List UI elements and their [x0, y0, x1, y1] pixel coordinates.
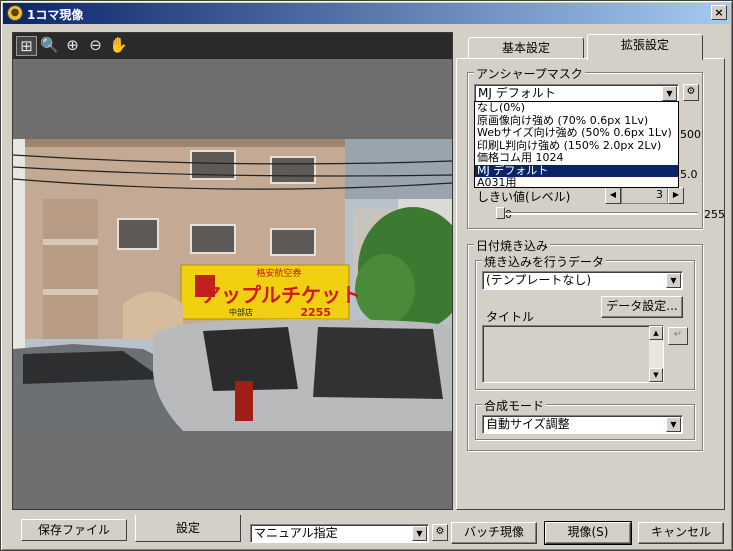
composite-mode-label: 合成モード — [482, 397, 547, 414]
zoom-in-icon[interactable]: ⊕ — [62, 36, 83, 56]
preset-settings-button[interactable]: ⚙ — [432, 524, 448, 541]
dropdown-option[interactable]: Webサイズ向け強め (50% 0.6px 1Lv) — [475, 127, 678, 140]
sign-top-text: 格安航空券 — [256, 267, 301, 279]
threshold-slider-thumb[interactable] — [496, 207, 506, 219]
insert-title-button[interactable]: ↵ — [668, 327, 688, 345]
preview-toolbar: ⊞ 🔍 ⊕ ⊖ ✋ — [13, 33, 452, 59]
close-button[interactable]: × — [711, 5, 727, 20]
chevron-down-icon[interactable]: ▼ — [666, 417, 681, 432]
tab-extended-settings[interactable]: 拡張設定 — [587, 34, 703, 60]
scroll-up-icon[interactable]: ▲ — [649, 326, 663, 340]
zoom-out-icon[interactable]: ⊖ — [85, 36, 106, 56]
unsharp-mask-label: アンシャープマスク — [474, 65, 585, 82]
threshold-decrement-button[interactable]: ◀ — [605, 187, 621, 204]
dropdown-option[interactable]: 価格コム用 1024 — [475, 152, 678, 165]
zoom-icon[interactable]: 🔍 — [39, 36, 60, 56]
imprint-template-select[interactable]: (テンプレートなし) ▼ — [482, 271, 683, 290]
title-scrollbar[interactable]: ▲ ▼ — [649, 326, 663, 382]
imprint-data-label: 焼き込みを行うデータ — [482, 253, 607, 270]
preview-photo[interactable]: アップルチケット 格安航空券 中部店 2255 — [13, 139, 452, 431]
unsharp-amount-value: 500 — [680, 128, 701, 141]
unsharp-preset-dropdown-list: なし(0%) 原画像向け強め (70% 0.6px 1Lv) Webサイズ向け強… — [474, 101, 679, 188]
unsharp-preset-value: MJ デフォルト — [478, 86, 556, 100]
dropdown-option-selected[interactable]: MJ デフォルト — [475, 164, 678, 177]
dropdown-option[interactable]: なし(0%) — [475, 102, 678, 115]
data-settings-button[interactable]: データ設定... — [601, 296, 683, 318]
tab-settings-bottom[interactable]: 設定 — [135, 515, 241, 542]
enter-icon: ↵ — [673, 329, 683, 340]
unsharp-preset-settings-button[interactable]: ⚙ — [683, 84, 699, 101]
chevron-down-icon[interactable]: ▼ — [666, 273, 681, 288]
cancel-button[interactable]: キャンセル — [638, 522, 724, 544]
window-title: 1コマ現像 — [27, 8, 84, 22]
imprint-template-value: (テンプレートなし) — [486, 273, 592, 287]
app-icon: ● — [7, 5, 23, 21]
gear-icon: ⚙ — [686, 86, 696, 97]
dropdown-option[interactable]: A031用 — [475, 177, 678, 190]
gear-icon: ⚙ — [435, 526, 445, 537]
sign-main-text: アップルチケット — [201, 283, 361, 307]
composite-mode-select[interactable]: 自動サイズ調整 ▼ — [482, 415, 683, 434]
preset-value: マニュアル指定 — [254, 526, 338, 540]
street-scene-image: アップルチケット 格安航空券 中部店 2255 — [13, 139, 452, 431]
title-label: タイトル — [486, 310, 535, 324]
chevron-down-icon[interactable]: ▼ — [662, 86, 677, 101]
composite-mode-value: 自動サイズ調整 — [486, 417, 570, 431]
title-bar: ● 1コマ現像 × — [3, 3, 730, 24]
tab-basic-settings[interactable]: 基本設定 — [468, 37, 584, 59]
threshold-increment-button[interactable]: ▶ — [668, 187, 684, 204]
sign-phone-text: 2255 — [300, 306, 331, 319]
preview-panel: ⊞ 🔍 ⊕ ⊖ ✋ アップルチケット 格安航空券 中部店 2255 — [12, 32, 453, 510]
date-imprint-label: 日付焼き込み — [474, 237, 551, 254]
threshold-value-field[interactable]: 3 — [621, 187, 668, 204]
threshold-slider-track[interactable] — [498, 212, 698, 215]
fit-view-icon[interactable]: ⊞ — [16, 36, 37, 56]
tab-save-file[interactable]: 保存ファイル — [21, 519, 127, 541]
preset-select[interactable]: マニュアル指定 ▼ — [250, 524, 429, 543]
scroll-down-icon[interactable]: ▼ — [649, 368, 663, 382]
dropdown-option[interactable]: 印刷L判向け強め (150% 2.0px 2Lv) — [475, 140, 678, 153]
unsharp-radius-value: 5.0 — [680, 168, 698, 181]
dialog-window: ● 1コマ現像 × ⊞ 🔍 ⊕ ⊖ ✋ アップルチケット 格安航空券 中部店 2… — [0, 0, 733, 551]
develop-button[interactable]: 現像(S) — [544, 521, 632, 545]
dropdown-option[interactable]: 原画像向け強め (70% 0.6px 1Lv) — [475, 115, 678, 128]
batch-develop-button[interactable]: バッチ現像 — [451, 522, 537, 544]
title-textarea[interactable] — [482, 325, 664, 383]
threshold-label: しきい値(レベル) — [477, 190, 571, 204]
sign-address-text: 中部店 — [229, 307, 253, 317]
chevron-down-icon[interactable]: ▼ — [412, 526, 427, 541]
hand-pan-icon[interactable]: ✋ — [108, 36, 129, 56]
threshold-max-label: 255 — [704, 208, 725, 221]
